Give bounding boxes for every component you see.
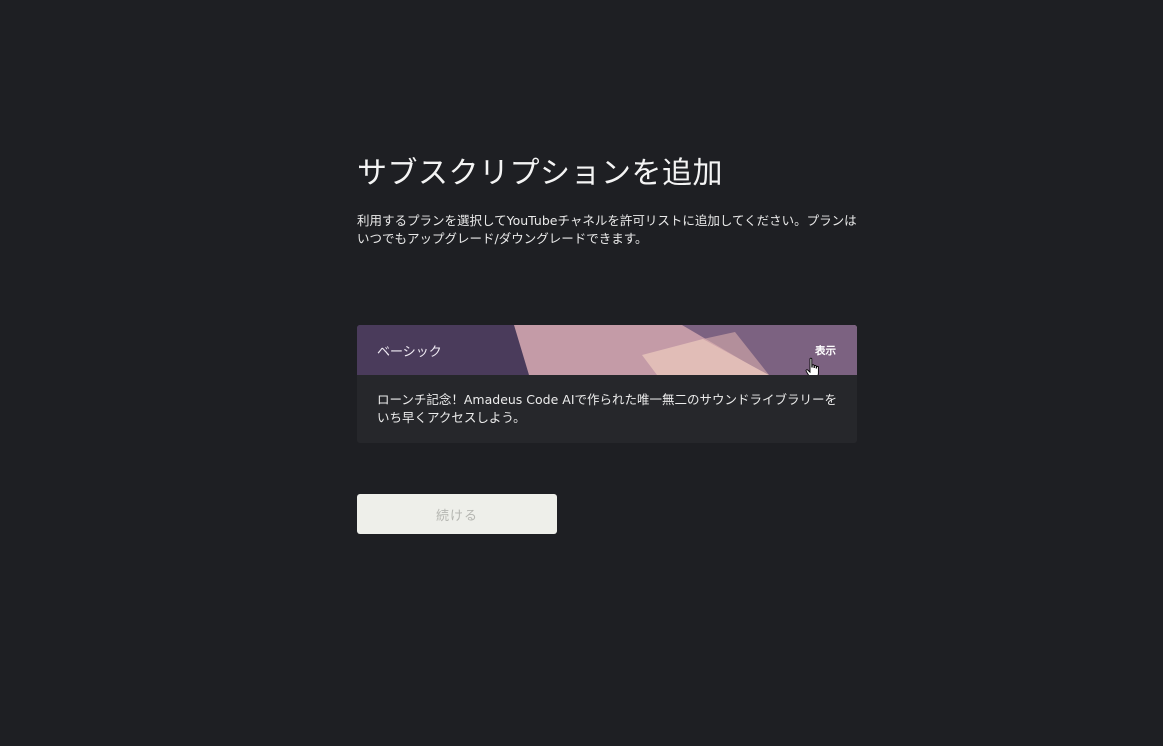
plan-card-basic[interactable]: ベーシック 表示 ローンチ記念！Amadeus Code AIで作られた唯一無二… — [357, 325, 857, 443]
continue-button[interactable]: 続ける — [357, 494, 557, 534]
plan-name: ベーシック — [377, 345, 442, 360]
page-title: サブスクリプションを追加 — [357, 156, 723, 191]
main-content: サブスクリプションを追加 利用するプランを選択してYouTubeチャネルを許可リ… — [357, 150, 857, 534]
subscription-page: サブスクリプションを追加 利用するプランを選択してYouTubeチャネルを許可リ… — [0, 0, 1163, 746]
page-description: 利用するプランを選択してYouTubeチャネルを許可リストに追加してください。プ… — [357, 213, 857, 246]
plan-show-link[interactable]: 表示 — [815, 343, 836, 358]
plan-description: ローンチ記念！Amadeus Code AIで作られた唯一無二のサウンドライブラ… — [377, 392, 838, 425]
hand-pointer-icon — [805, 357, 819, 375]
plan-header[interactable]: ベーシック 表示 — [357, 325, 857, 375]
